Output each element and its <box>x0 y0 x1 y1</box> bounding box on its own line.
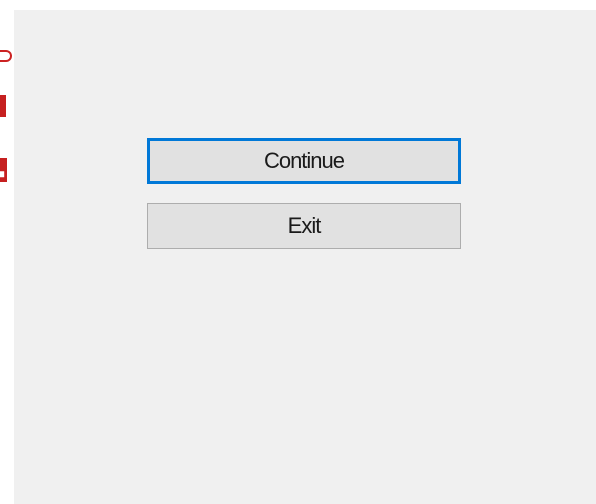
dialog-panel <box>14 10 596 504</box>
background-window-edge <box>0 0 14 504</box>
continue-button[interactable]: Continue <box>147 138 461 184</box>
exit-button[interactable]: Exit <box>147 203 461 249</box>
partial-red-glyph-icon <box>0 95 6 117</box>
partial-red-glyph-icon <box>0 158 7 182</box>
partial-red-glyph-icon <box>0 50 12 62</box>
screen: Continue Exit <box>0 0 596 504</box>
